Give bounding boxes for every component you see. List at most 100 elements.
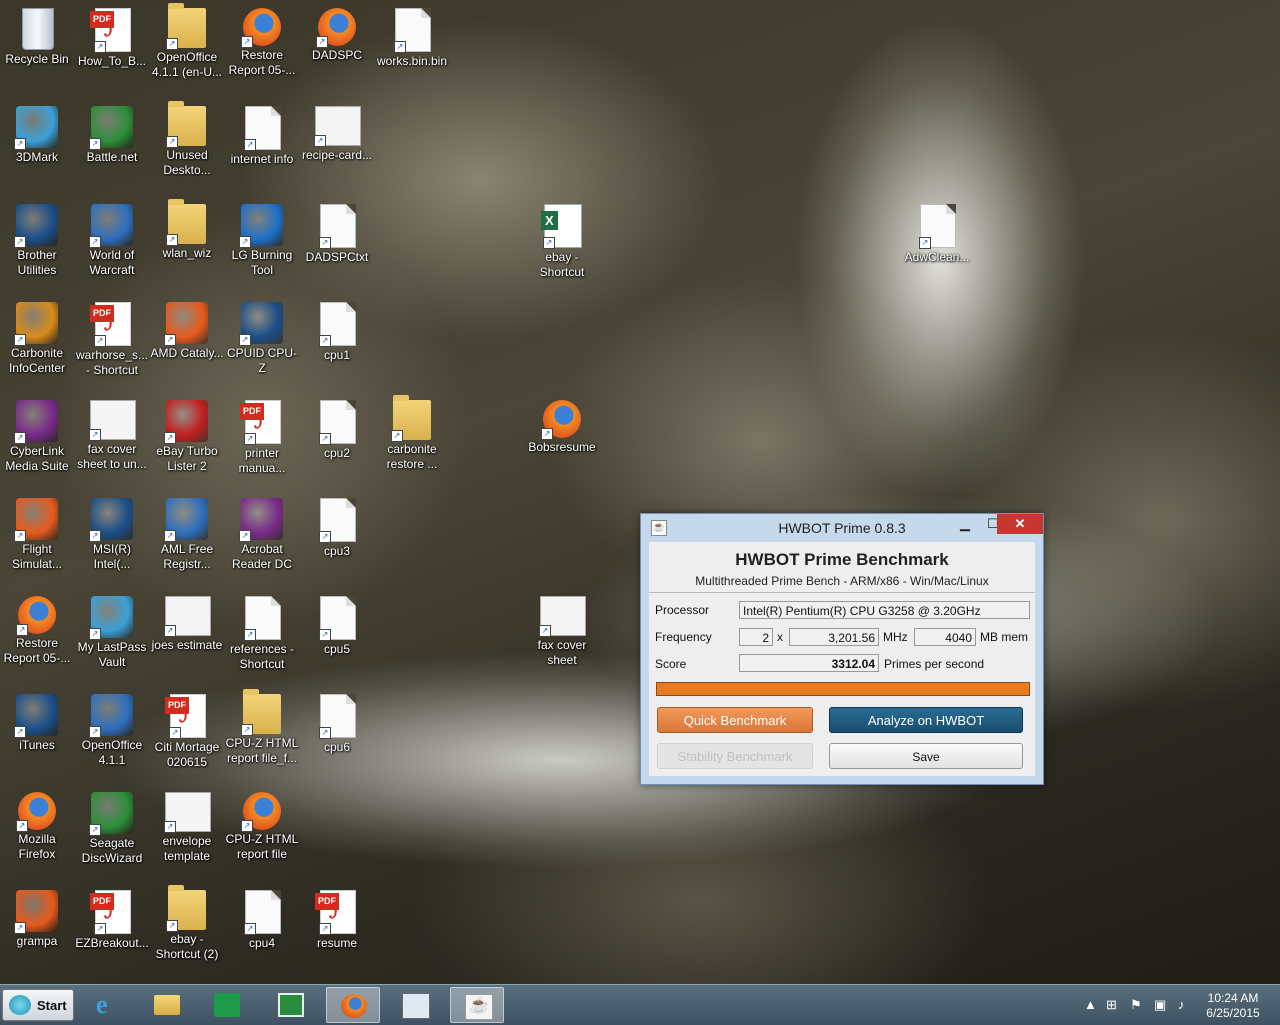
desktop-icon-label: Brother Utilities [17,248,57,277]
application-icon: ↗ [14,694,58,738]
network-icon[interactable]: ▣ [1154,997,1166,1013]
taskbar-firefox[interactable] [326,987,380,1023]
volume-icon[interactable]: ♪ [1178,997,1185,1012]
desktop-icon-label: Recycle Bin [5,52,69,66]
desktop-icon[interactable]: ↗ MSI(R) Intel(... [75,492,149,582]
frequency-label: Frequency [655,630,712,644]
desktop-icon[interactable]: ↗ references - Shortcut [225,590,299,680]
stability-benchmark-button[interactable]: Stability Benchmark [657,743,813,769]
desktop-icon-label: iTunes [19,738,55,752]
desktop-icon[interactable]: ↗ AMD Cataly... [150,296,224,386]
close-button[interactable]: ✕ [997,514,1043,534]
desktop-icon[interactable]: ↗ LG Burning Tool [225,198,299,288]
desktop-icon[interactable]: ↗ CPU-Z HTML report file_f... [225,688,299,778]
desktop-icon[interactable]: PDF ℐ ↗ printer manua... [225,394,299,484]
desktop-icon[interactable]: PDF ℐ ↗ How_To_B... [75,2,149,92]
desktop-icon[interactable]: ↗ CPU-Z HTML report file [225,786,299,876]
desktop-icon-label: 3DMark [15,150,58,164]
save-button[interactable]: Save [829,743,1023,769]
desktop-icon[interactable]: ↗ Battle.net [75,100,149,190]
taskbar-internet-explorer[interactable]: e [82,987,136,1023]
desktop-icon[interactable]: ↗ cpu1 [300,296,374,386]
desktop-icon[interactable]: ↗ grampa [0,884,74,974]
application-icon: ↗ [164,498,208,542]
taskbar-calculator[interactable] [264,987,318,1023]
desktop-icon[interactable]: ↗ cpu3 [300,492,374,582]
desktop-icon[interactable]: ↗ wlan_wiz [150,198,224,288]
desktop-icon[interactable]: ↗ DADSPCtxt [300,198,374,288]
desktop-icon[interactable]: ↗ ebay - Shortcut (2) [150,884,224,974]
desktop-icon[interactable]: ↗ Bobsresume [525,394,599,484]
desktop-icon[interactable]: ↗ cpu4 [225,884,299,974]
desktop-icon[interactable]: ↗ carbonite restore ... [375,394,449,484]
taskbar-file-explorer[interactable] [140,987,194,1023]
internet-explorer-icon: e [96,990,108,1019]
desktop-icon[interactable]: ↗ cpu2 [300,394,374,484]
desktop-icon[interactable]: ↗ recipe-card... [300,100,374,190]
taskbar-windows-store[interactable] [200,987,254,1023]
desktop-icon[interactable]: ↗ cpu5 [300,590,374,680]
desktop-icon[interactable]: ↗ cpu6 [300,688,374,778]
desktop-icon[interactable]: ↗ Carbonite InfoCenter [0,296,74,386]
show-hidden-icons-icon[interactable]: ▲ [1084,997,1097,1012]
taskbar-calc-app[interactable] [388,987,442,1023]
title-bar[interactable]: ☕ HWBOT Prime 0.8.3 ▁ ☐ ✕ [641,514,1043,540]
desktop-icon[interactable]: ↗ works.bin.bin [375,2,449,92]
desktop-icon[interactable]: ↗ebay - Shortcut [525,198,599,288]
desktop-icon[interactable]: ↗ CyberLink Media Suite [0,394,74,484]
desktop-icon-label: CPU-Z HTML report file_f... [225,736,299,765]
desktop-icon[interactable]: ↗ internet info [225,100,299,190]
desktop-icon[interactable]: ↗ 3DMark [0,100,74,190]
desktop-icon[interactable]: PDF ℐ ↗ EZBreakout... [75,884,149,974]
desktop-icon[interactable]: ↗ OpenOffice 4.1.1 (en-U... [150,2,224,92]
desktop-icon[interactable]: ↗ Restore Report 05-... [225,2,299,92]
desktop-icon[interactable]: ↗ AdwClean... [900,198,974,288]
desktop-icon[interactable]: ↗ eBay Turbo Lister 2 [150,394,224,484]
quick-benchmark-button[interactable]: Quick Benchmark [657,707,813,733]
desktop-icon[interactable]: ↗ DADSPC [300,2,374,92]
desktop-icon[interactable]: ↗ envelope template [150,786,224,876]
desktop-icon[interactable]: ↗ AML Free Registr... [150,492,224,582]
flag-icon[interactable]: ⚑ [1130,997,1142,1013]
desktop-icon[interactable]: ↗ fax cover sheet to un... [75,394,149,484]
desktop-icon[interactable]: PDF ℐ ↗ resume [300,884,374,974]
clock-date: 6/25/2015 [1206,1006,1260,1020]
shortcut-arrow-icon: ↗ [391,430,403,442]
start-button[interactable]: Start [2,989,74,1021]
shortcut-arrow-icon: ↗ [319,923,331,935]
desktop-icon[interactable]: ↗ World of Warcraft [75,198,149,288]
desktop-icon[interactable]: ↗ CPUID CPU-Z [225,296,299,386]
desktop-icon[interactable]: ↗ OpenOffice 4.1.1 [75,688,149,778]
desktop-icon[interactable]: ↗ fax cover sheet [525,590,599,680]
shortcut-arrow-icon: ↗ [319,237,331,249]
desktop-icon[interactable]: ↗ joes estimate [150,590,224,680]
taskbar-java[interactable]: ☕ [450,987,504,1023]
desktop-icon[interactable]: ↗ Brother Utilities [0,198,74,288]
minimize-button[interactable]: ▁ [951,514,979,534]
desktop-icon-label: DADSPCtxt [305,250,369,264]
shortcut-arrow-icon: ↗ [94,41,106,53]
desktop-icon[interactable]: ↗ iTunes [0,688,74,778]
shortcut-arrow-icon: ↗ [14,138,26,150]
desktop-icon[interactable]: PDF ℐ ↗ warhorse_s... - Shortcut [75,296,149,386]
desktop-icon[interactable]: ↗ Acrobat Reader DC [225,492,299,582]
action-center-icon[interactable]: ⊞ [1106,997,1117,1013]
desktop-icon[interactable]: ↗ My LastPass Vault [75,590,149,680]
application-icon: ↗ [164,302,208,346]
desktop-icon[interactable]: Recycle Bin [0,2,74,92]
hwbot-window[interactable]: ☕ HWBOT Prime 0.8.3 ▁ ☐ ✕ HWBOT Prime Be… [640,513,1044,785]
desktop-icon[interactable]: ↗ Restore Report 05-... [0,590,74,680]
shortcut-arrow-icon: ↗ [239,530,251,542]
application-icon: ↗ [89,498,133,542]
shortcut-arrow-icon: ↗ [394,41,406,53]
start-orb-icon [9,995,31,1015]
shortcut-arrow-icon: ↗ [316,36,328,48]
shortcut-arrow-icon: ↗ [241,820,253,832]
desktop-icon[interactable]: PDF ℐ ↗ Citi Mortage 020615 [150,688,224,778]
desktop-icon[interactable]: ↗ Mozilla Firefox [0,786,74,876]
analyze-on-hwbot-button[interactable]: Analyze on HWBOT [829,707,1023,733]
desktop-icon[interactable]: ↗ Flight Simulat... [0,492,74,582]
desktop-icon[interactable]: ↗ Unused Deskto... [150,100,224,190]
desktop-icon[interactable]: ↗ Seagate DiscWizard [75,786,149,876]
clock[interactable]: 10:24 AM 6/25/2015 [1198,991,1268,1021]
